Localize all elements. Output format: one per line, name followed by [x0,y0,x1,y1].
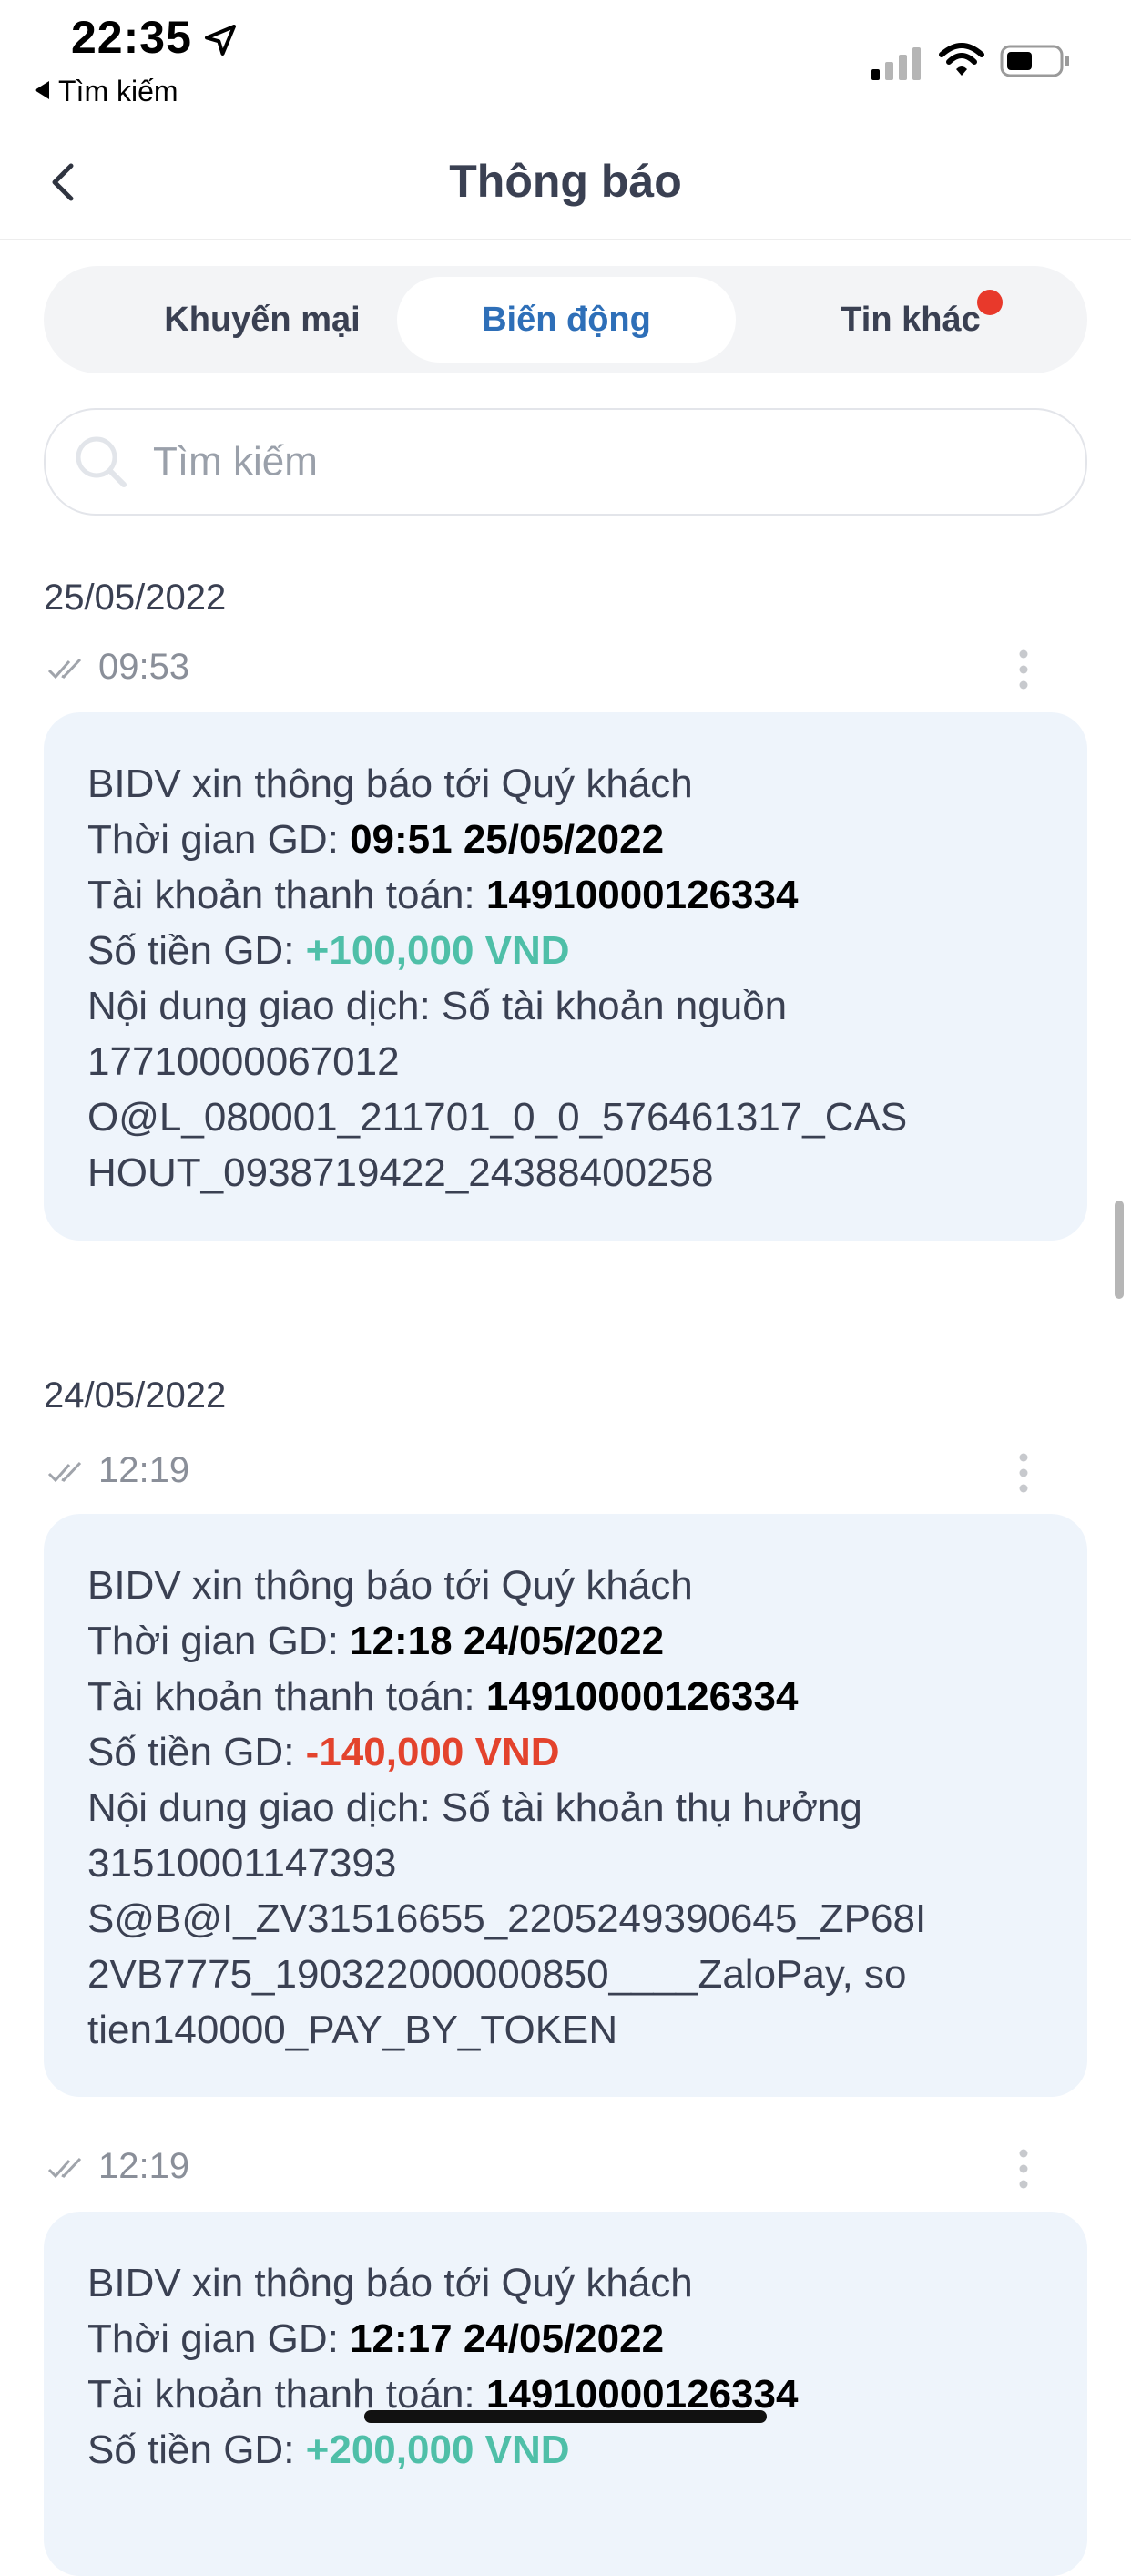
status-bar: 22:35 Tìm kiếm [0,0,1131,128]
amount-value: +100,000 VND [305,928,570,973]
transaction-time-label: Thời gian GD: [87,2316,351,2361]
scrollbar[interactable] [1115,1201,1124,1299]
content-line: Nội dung giao dịch: Số tài khoản nguồn [87,984,788,1028]
account-row: Tài khoản thanh toán: 14910000126334 [87,1669,1044,1724]
content-line: 17710000067012 [87,1039,400,1084]
double-check-icon [47,1461,82,1483]
notification-meta: 12:19 [44,2142,1087,2193]
transaction-time-value: 12:17 24/05/2022 [350,2316,665,2361]
transaction-time-row: Thời gian GD: 12:17 24/05/2022 [87,2311,1044,2366]
transaction-time-value: 12:18 24/05/2022 [350,1619,665,1663]
page-title: Thông báo [449,156,682,207]
tab-bien-dong[interactable]: Biến động [397,277,736,363]
location-arrow-icon [205,25,236,56]
tab-tin-khac[interactable]: Tin khác [741,277,1080,363]
amount-label: Số tiền GD: [87,928,306,973]
double-check-icon [47,658,82,680]
content-line: HOUT_0938719422_24388400258 [87,1150,714,1195]
header: Thông báo [0,128,1131,240]
amount-value: +200,000 VND [305,2428,570,2472]
unread-badge [977,290,1003,315]
status-time: 22:35 [71,12,192,63]
account-number: 14910000126334 [485,873,799,917]
search-icon [76,436,127,487]
notification-meta: 09:53 [44,643,1087,694]
date-header: 24/05/2022 [44,1375,227,1416]
amount-row: Số tiền GD: +100,000 VND [87,923,1044,978]
amount-value: -140,000 VND [305,1730,560,1774]
notification-meta: 12:19 [44,1446,1087,1498]
amount-row: Số tiền GD: -140,000 VND [87,1724,1044,1780]
transaction-time-label: Thời gian GD: [87,817,351,862]
content-line: S@B@I_ZV31516655_2205249390645_ZP68I [87,1896,927,1941]
notification-intro: BIDV xin thông báo tới Quý khách [87,762,693,806]
cellular-signal-icon [871,47,921,80]
more-vertical-icon[interactable] [1018,649,1029,690]
notification-card[interactable]: BIDV xin thông báo tới Quý khách Thời gi… [44,1514,1087,2097]
content-line: 31510001147393 [87,1841,397,1886]
account-row: Tài khoản thanh toán: 14910000126334 [87,867,1044,923]
date-header: 25/05/2022 [44,578,227,618]
more-vertical-icon[interactable] [1018,1452,1029,1494]
tab-khuyen-mai[interactable]: Khuyến mại [93,277,432,363]
transaction-time-row: Thời gian GD: 09:51 25/05/2022 [87,812,1044,867]
amount-label: Số tiền GD: [87,1730,306,1774]
content-line: tien140000_PAY_BY_TOKEN [87,2008,618,2052]
notification-intro: BIDV xin thông báo tới Quý khách [87,2261,693,2305]
back-app-label: Tìm kiếm [58,75,178,107]
home-indicator[interactable] [364,2410,767,2423]
search-input[interactable] [151,428,1047,496]
content-line: Nội dung giao dịch: Số tài khoản thụ hưở… [87,1785,862,1830]
content-line: 2VB7775_190322000000850____ZaloPay, so [87,1952,907,1997]
notification-intro: BIDV xin thông báo tới Quý khách [87,1563,693,1608]
search-box [44,408,1087,516]
wifi-icon [939,43,984,76]
amount-row: Số tiền GD: +200,000 VND [87,2422,1044,2478]
amount-label: Số tiền GD: [87,2428,306,2472]
notification-time: 12:19 [98,1450,190,1490]
account-number: 14910000126334 [485,1674,799,1719]
account-label: Tài khoản thanh toán: [87,1674,486,1719]
notification-card[interactable]: BIDV xin thông báo tới Quý khách Thời gi… [44,2212,1087,2576]
back-to-app-link[interactable]: Tìm kiếm [35,75,178,108]
double-check-icon [47,2157,82,2179]
transaction-time-value: 09:51 25/05/2022 [350,817,665,862]
more-vertical-icon[interactable] [1018,2148,1029,2190]
notification-time: 12:19 [98,2146,190,2186]
notification-card[interactable]: BIDV xin thông báo tới Quý khách Thời gi… [44,712,1087,1241]
notification-time: 09:53 [98,647,190,687]
content-line: O@L_080001_211701_0_0_576461317_CAS [87,1095,908,1140]
transaction-time-label: Thời gian GD: [87,1619,351,1663]
back-triangle-icon [35,81,49,99]
transaction-time-row: Thời gian GD: 12:18 24/05/2022 [87,1613,1044,1669]
account-label: Tài khoản thanh toán: [87,873,486,917]
battery-icon [1000,45,1069,77]
tab-bar: Khuyến mại Biến động Tin khác [44,266,1087,373]
